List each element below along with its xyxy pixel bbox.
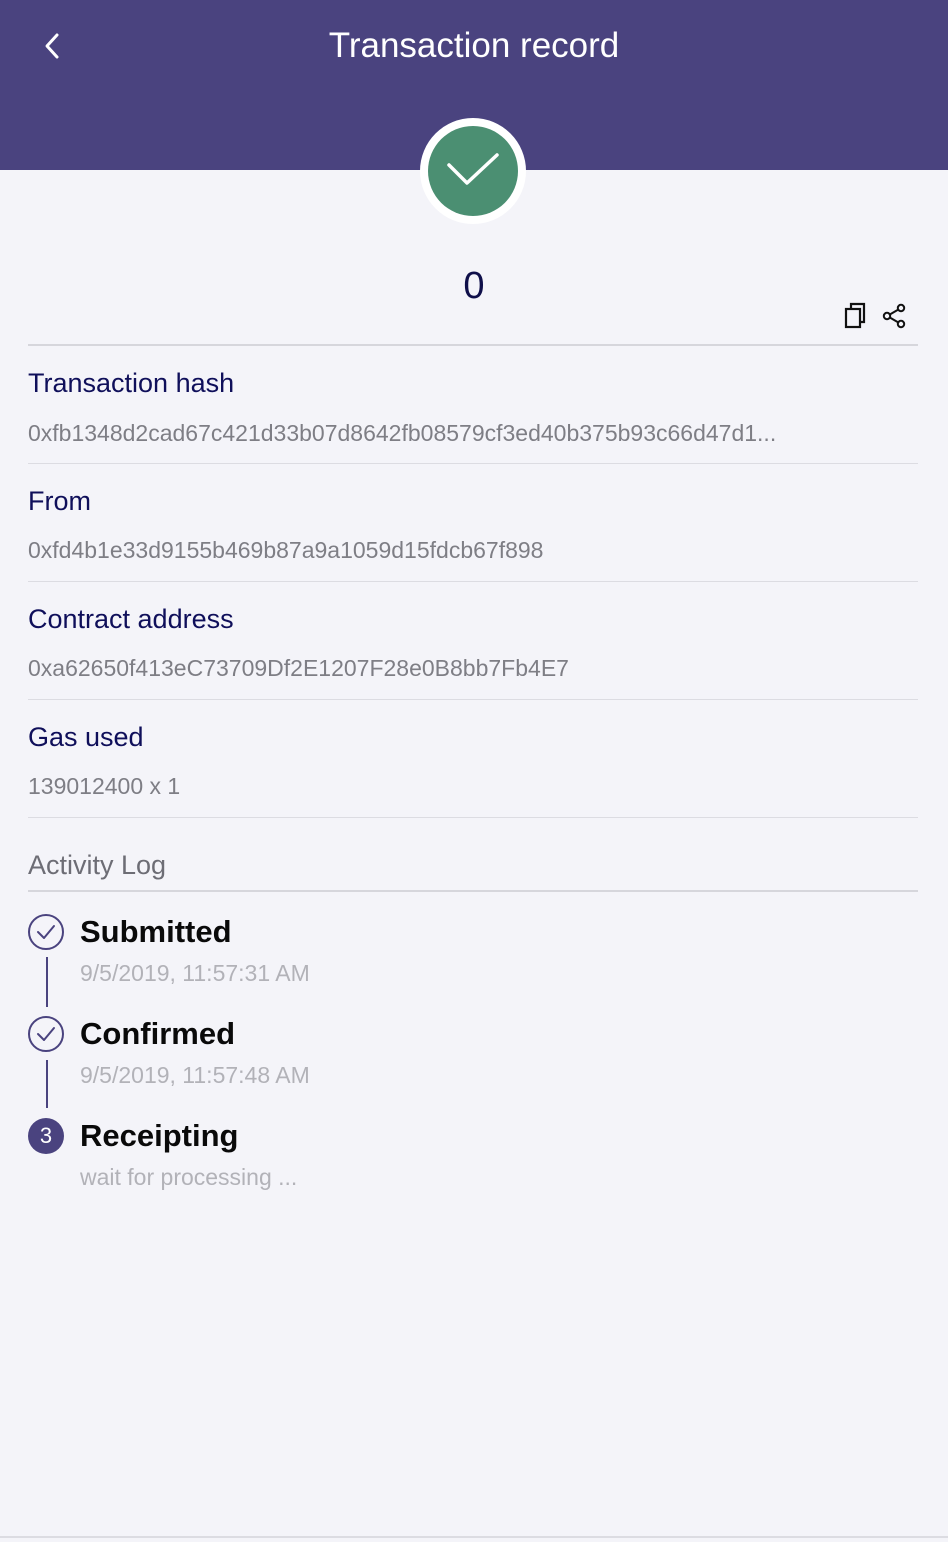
step-number-badge: 3 [28, 1118, 64, 1154]
copy-icon [844, 302, 866, 329]
bottom-divider [0, 1536, 948, 1538]
copy-button[interactable] [840, 300, 872, 332]
check-icon [447, 153, 499, 185]
contract-address-value: 0xa62650f413eC73709Df2E1207F28e0B8bb7Fb4… [28, 655, 569, 681]
transaction-hash-label: Transaction hash [28, 368, 235, 398]
divider [28, 581, 918, 582]
step-title: Confirmed [80, 1016, 235, 1051]
step-connector [46, 1060, 48, 1108]
divider [28, 890, 918, 892]
status-indicator [420, 118, 526, 224]
divider [28, 463, 918, 464]
step-timestamp: 9/5/2019, 11:57:48 AM [80, 1062, 310, 1088]
divider [28, 344, 918, 346]
from-label: From [28, 486, 91, 516]
step-title: Submitted [80, 914, 232, 949]
check-circle-icon [28, 914, 64, 950]
divider [28, 817, 918, 818]
gas-used-value: 139012400 x 1 [28, 773, 181, 799]
from-value: 0xfd4b1e33d9155b469b87a9a1059d15fdcb67f8… [28, 537, 544, 563]
gas-used-label: Gas used [28, 722, 144, 752]
share-icon [882, 303, 906, 329]
step-timestamp: 9/5/2019, 11:57:31 AM [80, 960, 310, 986]
transaction-hash-value: 0xfb1348d2cad67c421d33b07d8642fb08579cf3… [28, 420, 777, 446]
step-connector [46, 957, 48, 1007]
step-title: Receipting [80, 1118, 239, 1153]
check-circle-icon [28, 1016, 64, 1052]
step-status: wait for processing ... [80, 1164, 298, 1190]
share-button[interactable] [878, 300, 910, 332]
page-title: Transaction record [328, 26, 620, 65]
activity-log-title: Activity Log [28, 850, 167, 880]
contract-address-label: Contract address [28, 604, 234, 634]
transaction-amount: 0 [463, 265, 485, 307]
divider [28, 699, 918, 700]
